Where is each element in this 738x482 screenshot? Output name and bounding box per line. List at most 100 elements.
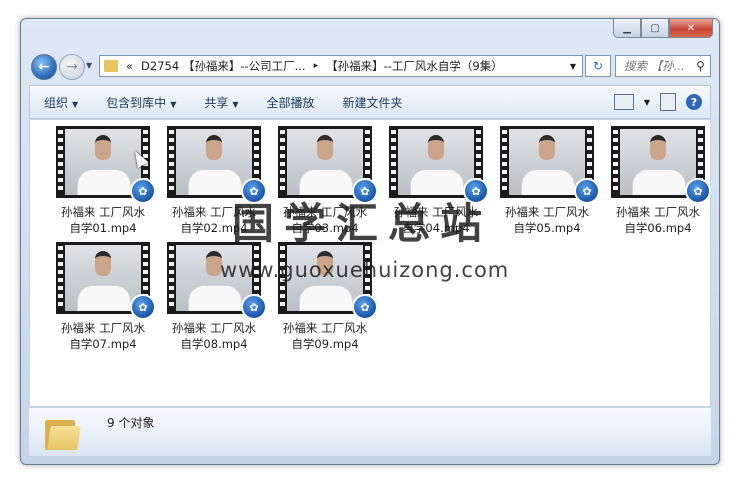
video-frame — [620, 129, 696, 195]
presenter-shirt — [521, 169, 575, 195]
file-name-line2: 自学07.mp4 — [69, 337, 137, 351]
search-box[interactable]: ⚲ — [615, 55, 711, 77]
file-name-line1: 孙福来 工厂风水 — [60, 205, 146, 219]
video-thumbnail: ✿ — [500, 126, 600, 204]
file-item[interactable]: ✿ 孙福来 工厂风水 自学07.mp4 — [49, 242, 157, 352]
presenter-shirt — [77, 169, 131, 195]
file-item[interactable]: ✿ 孙福来 工厂风水 自学06.mp4 — [604, 126, 712, 236]
video-frame — [176, 129, 252, 195]
breadcrumb-overflow[interactable]: « — [126, 59, 133, 73]
video-frame — [65, 129, 141, 195]
file-name: 孙福来 工厂风水 自学05.mp4 — [493, 204, 601, 236]
media-player-icon: ✿ — [685, 178, 711, 204]
maximize-button[interactable]: ▢ — [641, 19, 669, 38]
file-name-line2: 自学01.mp4 — [69, 221, 137, 235]
video-thumbnail: ✿ — [167, 126, 267, 204]
forward-button[interactable]: → — [59, 54, 85, 80]
file-name-line1: 孙福来 工厂风水 — [504, 205, 590, 219]
share-menu[interactable]: 共享 ▼ — [190, 94, 252, 111]
preview-pane-icon[interactable] — [660, 93, 676, 111]
watermark-text: 国学汇总站 — [232, 199, 493, 248]
play-all-button[interactable]: 全部播放 — [253, 94, 329, 111]
video-thumbnail: ✿ — [278, 126, 378, 204]
back-button[interactable]: ← — [31, 54, 57, 80]
film-strip-icon — [169, 246, 174, 310]
close-button[interactable]: ✕ — [669, 19, 713, 38]
video-frame — [509, 129, 585, 195]
media-player-icon: ✿ — [130, 178, 156, 204]
presenter-shirt — [77, 285, 131, 311]
item-count: 9 个对象 — [107, 416, 155, 430]
presenter-figure — [420, 135, 452, 169]
refresh-icon: ↻ — [592, 59, 604, 73]
caption-buttons: ▁ ▢ ✕ — [613, 19, 713, 38]
media-player-icon: ✿ — [130, 294, 156, 320]
include-in-library-menu[interactable]: 包含到库中 ▼ — [92, 94, 190, 111]
video-frame — [398, 129, 474, 195]
presenter-figure — [309, 135, 341, 169]
file-name-line1: 孙福来 工厂风水 — [60, 321, 146, 335]
film-strip-icon — [391, 130, 396, 194]
video-thumbnail: ✿ — [389, 126, 489, 204]
help-icon[interactable]: ? — [686, 94, 702, 110]
file-name-line1: 孙福来 工厂风水 — [282, 321, 368, 335]
video-frame — [65, 245, 141, 311]
recent-pages-dropdown[interactable]: ▼ — [86, 61, 92, 70]
film-strip-icon — [58, 246, 63, 310]
presenter-shirt — [188, 285, 242, 311]
film-strip-icon — [502, 130, 507, 194]
breadcrumb-current[interactable]: 【孙福来】--工厂风水自学（9集） — [326, 58, 503, 74]
presenter-shirt — [632, 169, 686, 195]
media-player-icon: ✿ — [241, 294, 267, 320]
include-library-label: 包含到库中 — [106, 95, 167, 110]
magnifier-icon[interactable]: ⚲ — [696, 59, 705, 73]
file-item[interactable]: ✿ 孙福来 工厂风水 自学05.mp4 — [493, 126, 601, 236]
file-name-line2: 自学06.mp4 — [624, 221, 692, 235]
navigation-bar: ← → ▼ « D2754 【孙福来】--公司工厂... ▸ 【孙福来】--工厂… — [29, 53, 711, 81]
view-options-icon[interactable] — [613, 94, 634, 110]
watermark-url: www.guoxuehuizong.com — [220, 258, 510, 282]
file-name: 孙福来 工厂风水 自学07.mp4 — [49, 320, 157, 352]
details-pane: 9 个对象 — [29, 407, 711, 456]
new-folder-button[interactable]: 新建文件夹 — [329, 94, 417, 111]
video-thumbnail: ✿ — [611, 126, 711, 204]
video-frame — [287, 129, 363, 195]
file-name-line1: 孙福来 工厂风水 — [171, 321, 257, 335]
media-player-icon: ✿ — [352, 294, 378, 320]
forward-arrow-icon: → — [66, 59, 78, 75]
back-arrow-icon: ← — [38, 59, 50, 75]
film-strip-icon — [58, 130, 63, 194]
address-bar[interactable]: « D2754 【孙福来】--公司工厂... ▸ 【孙福来】--工厂风水自学（9… — [99, 55, 583, 77]
file-item[interactable]: ✿ 孙福来 工厂风水 自学01.mp4 — [49, 126, 157, 236]
minimize-button[interactable]: ▁ — [613, 19, 641, 38]
file-name: 孙福来 工厂风水 自学09.mp4 — [271, 320, 379, 352]
film-strip-icon — [613, 130, 618, 194]
address-dropdown-icon[interactable]: ▼ — [570, 62, 576, 71]
presenter-figure — [87, 251, 119, 285]
chevron-down-icon: ▼ — [232, 99, 239, 109]
presenter-figure — [531, 135, 563, 169]
command-bar: 组织 ▼ 包含到库中 ▼ 共享 ▼ 全部播放 新建文件夹 ▼ ? — [29, 85, 711, 119]
video-thumbnail: ✿ — [56, 242, 156, 320]
file-name: 孙福来 工厂风水 自学01.mp4 — [49, 204, 157, 236]
organize-label: 组织 — [44, 95, 69, 110]
presenter-figure — [87, 135, 119, 169]
media-player-icon: ✿ — [574, 178, 600, 204]
breadcrumb-separator[interactable]: ▸ — [314, 61, 319, 71]
file-name-line1: 孙福来 工厂风水 — [615, 205, 701, 219]
chevron-down-icon: ▼ — [170, 99, 177, 109]
breadcrumb-parent[interactable]: D2754 【孙福来】--公司工厂... — [141, 58, 306, 74]
search-input[interactable] — [622, 58, 696, 74]
file-name-line2: 自学05.mp4 — [513, 221, 581, 235]
presenter-figure — [642, 135, 674, 169]
film-strip-icon — [169, 130, 174, 194]
presenter-shirt — [299, 285, 353, 311]
share-label: 共享 — [204, 95, 229, 110]
file-name-line2: 自学09.mp4 — [291, 337, 359, 351]
refresh-button[interactable]: ↻ — [585, 55, 611, 77]
file-name-line2: 自学08.mp4 — [180, 337, 248, 351]
film-strip-icon — [280, 130, 285, 194]
organize-menu[interactable]: 组织 ▼ — [30, 94, 92, 111]
folder-icon — [104, 60, 118, 72]
chevron-down-icon[interactable]: ▼ — [644, 98, 650, 107]
